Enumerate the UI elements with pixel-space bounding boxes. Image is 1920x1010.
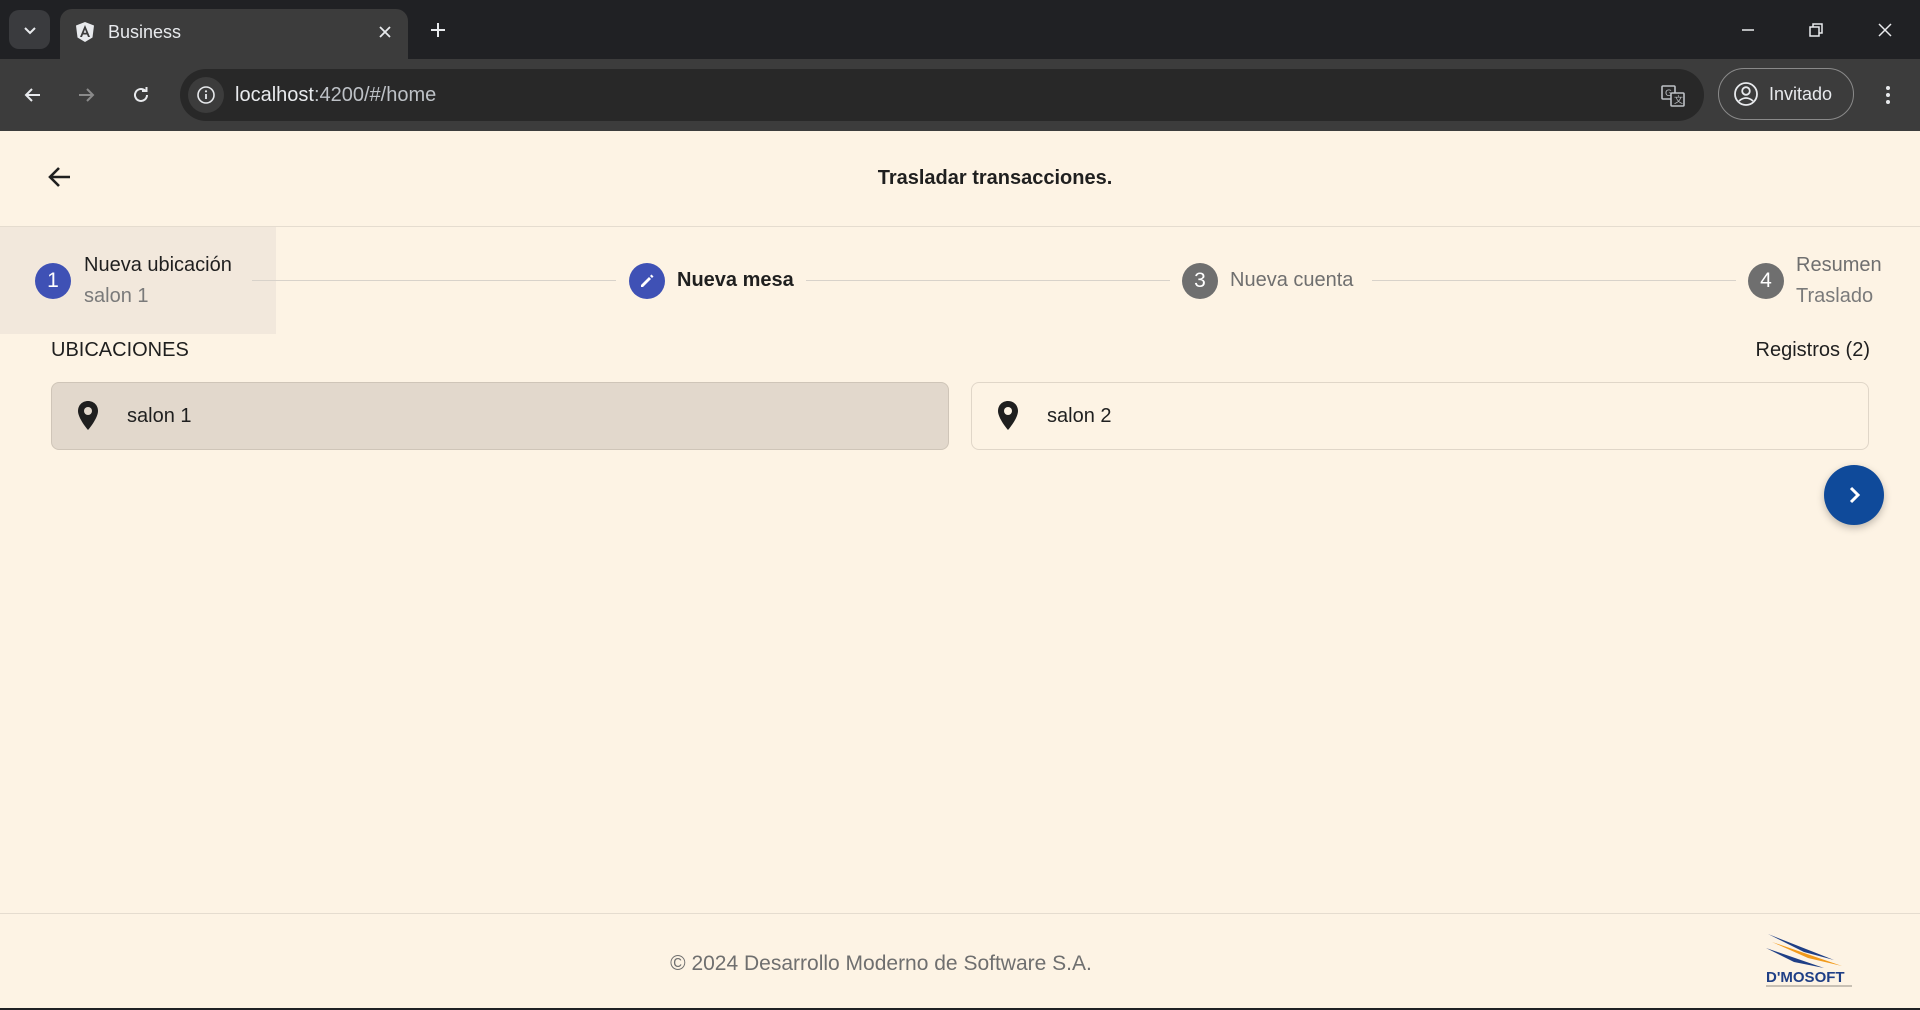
translate-button[interactable]: G文 [1658,81,1688,111]
pencil-icon [641,274,654,287]
location-label: salon 2 [1047,405,1112,427]
stepper: 1 Nueva ubicación salon 1 Nueva mesa 3 N… [0,227,1920,334]
step-connector [252,280,616,281]
url-host: localhost [235,84,314,106]
close-window-button[interactable] [1862,10,1908,50]
restore-button[interactable] [1793,10,1839,50]
back-nav-button[interactable] [15,77,51,113]
step-1-number: 1 [35,263,71,299]
chevron-down-icon [23,26,36,34]
records-count: Registros (2) [1755,339,1870,361]
location-label: salon 1 [127,405,192,427]
page-title: Trasladar transacciones. [877,167,1113,189]
tab-close-button[interactable] [374,21,396,43]
profile-label: Invitado [1769,83,1833,104]
arrow-right-icon [79,88,95,102]
step-connector [806,280,1170,281]
browser-toolbar: localhost:4200/#/home G文 Invitado [0,59,1920,131]
chevron-right-icon [1849,486,1861,504]
step-2-label: Nueva mesa [677,269,794,291]
close-icon [379,26,391,38]
forward-nav-button[interactable] [68,77,104,113]
svg-text:文: 文 [1674,94,1683,106]
step-1-sublabel: salon 1 [84,285,149,307]
browser-menu-button[interactable] [1870,77,1906,113]
step-1-label: Nueva ubicación [84,254,232,276]
location-pin-icon [992,400,1024,432]
reload-icon [134,87,148,102]
next-step-button[interactable] [1824,465,1884,525]
browser-tab-bar: Business [0,0,1920,59]
url-path: :4200/#/home [313,84,437,106]
minimize-icon [1742,29,1754,31]
reload-button[interactable] [123,77,159,113]
account-circle-icon [1734,82,1758,106]
info-icon [197,86,215,104]
location-pin-icon [72,400,104,432]
angular-favicon-icon [76,22,94,42]
more-vert-icon [1886,86,1890,104]
step-4-sublabel: Traslado [1796,285,1874,307]
dmosoft-logo: D'MOSOFT [1766,934,1852,987]
new-tab-button[interactable] [424,16,452,44]
site-info-button[interactable] [188,77,224,113]
step-connector [1372,280,1736,281]
step-4-label: Resumen [1796,254,1882,276]
address-bar[interactable]: localhost:4200/#/home G文 [180,69,1704,121]
profile-button[interactable]: Invitado [1718,68,1854,120]
step-2-edit-badge [629,263,665,299]
footer: © 2024 Desarrollo Moderno de Software S.… [0,913,1920,1010]
app-header: Trasladar transacciones. [0,131,1920,227]
minimize-button[interactable] [1725,10,1771,50]
browser-tab[interactable]: Business [60,9,408,59]
restore-icon [1809,23,1823,37]
tab-title: Business [108,22,182,42]
step-3-number: 3 [1182,263,1218,299]
step-4-number: 4 [1748,263,1784,299]
tab-search-button[interactable] [9,10,50,49]
arrow-left-icon [24,88,40,102]
url-text[interactable]: localhost:4200/#/home [235,84,436,107]
close-icon [1878,23,1892,37]
location-card[interactable]: salon 2 [971,382,1869,450]
step-3-label: Nueva cuenta [1230,269,1354,291]
location-card[interactable]: salon 1 [51,382,949,450]
svg-text:D'MOSOFT: D'MOSOFT [1766,969,1845,986]
translate-icon: G文 [1661,85,1685,107]
plus-icon [431,23,445,37]
copyright-text: © 2024 Desarrollo Moderno de Software S.… [670,952,1092,975]
locations-title: UBICACIONES [51,339,189,361]
